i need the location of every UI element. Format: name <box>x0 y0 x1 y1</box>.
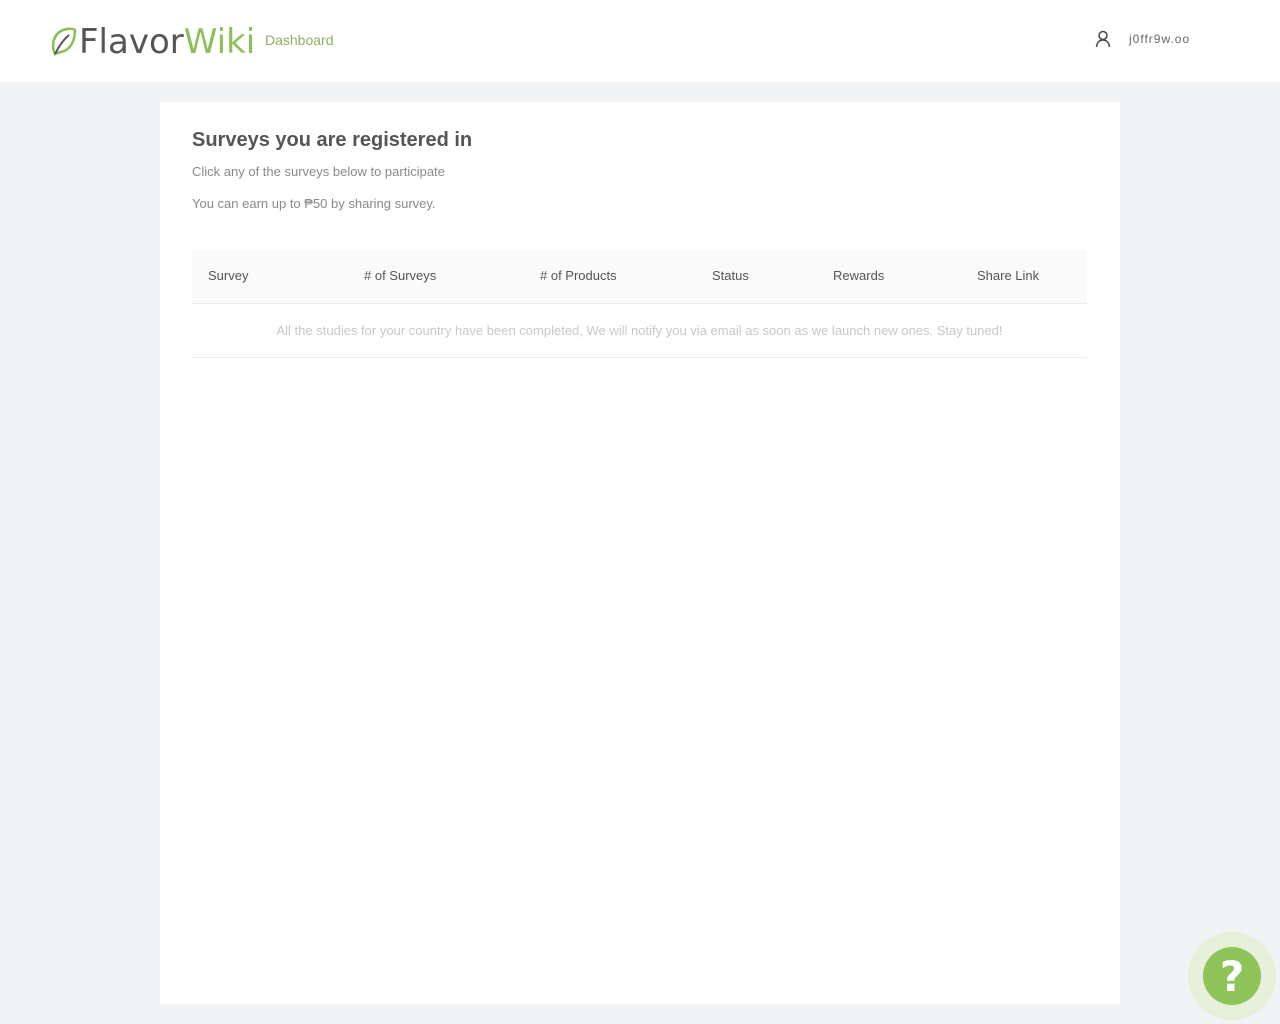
column-header-survey: Survey <box>208 268 249 283</box>
table-header: Survey # of Surveys # of Products Status… <box>192 250 1087 304</box>
user-menu[interactable]: j0ffr9w.oo <box>1095 30 1190 48</box>
top-navigation-bar: FlavorWiki Dashboard j0ffr9w.oo <box>0 0 1280 82</box>
column-header-num-surveys: # of Surveys <box>364 268 437 283</box>
column-header-num-products: # of Products <box>540 268 617 283</box>
user-name: j0ffr9w.oo <box>1129 32 1191 46</box>
logo-text-wiki: Wiki <box>183 22 256 62</box>
surveys-card: Surveys you are registered in Click any … <box>160 102 1120 1004</box>
empty-state-message: All the studies for your country have be… <box>276 323 1003 338</box>
flavorwiki-logo[interactable]: FlavorWiki <box>49 22 255 62</box>
leaf-icon <box>51 27 77 57</box>
user-icon <box>1095 30 1111 48</box>
logo-text-flavor: Flavor <box>79 22 184 62</box>
page-subtitle: Click any of the surveys below to partic… <box>192 164 445 179</box>
column-header-status: Status <box>712 268 749 283</box>
help-button[interactable]: ? <box>1188 932 1276 1020</box>
surveys-table: Survey # of Surveys # of Products Status… <box>192 250 1087 358</box>
column-header-rewards: Rewards <box>833 268 885 283</box>
nav-dashboard-link[interactable]: Dashboard <box>265 32 334 48</box>
earn-info-text: You can earn up to ₱50 by sharing survey… <box>192 196 436 211</box>
column-header-share-link: Share Link <box>977 268 1040 283</box>
table-empty-row: All the studies for your country have be… <box>192 304 1087 358</box>
page-title: Surveys you are registered in <box>192 129 473 151</box>
question-mark-icon: ? <box>1203 947 1261 1005</box>
